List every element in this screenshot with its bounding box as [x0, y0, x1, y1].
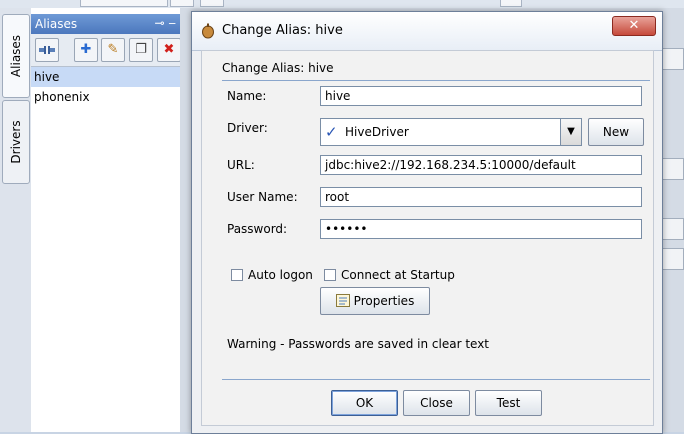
auto-logon-label: Auto logon [248, 268, 313, 282]
ok-button[interactable]: OK [331, 390, 398, 416]
checkmark-icon: ✓ [325, 123, 338, 141]
change-alias-dialog: Change Alias: hive ✕ Change Alias: hive … [191, 11, 663, 434]
auto-logon-box[interactable] [231, 269, 243, 281]
app-acorn-icon [202, 23, 214, 39]
new-driver-button[interactable]: New [588, 118, 644, 146]
properties-button-label: Properties [353, 294, 415, 308]
connect-button[interactable] [35, 38, 59, 62]
x-icon: ✖ [163, 42, 175, 57]
url-label: URL: [227, 158, 255, 172]
dialog-titlebar[interactable]: Change Alias: hive ✕ [192, 12, 662, 51]
tab-drivers[interactable]: Drivers [2, 100, 30, 184]
properties-button[interactable]: Properties [320, 287, 430, 315]
edit-alias-button[interactable]: ✎ [101, 38, 125, 62]
alias-item-phonenix[interactable]: phonenix [31, 87, 180, 107]
name-field[interactable]: hive [320, 86, 642, 106]
url-field[interactable]: jdbc:hive2://192.168.234.5:10000/default [320, 155, 642, 175]
dialog-title: Change Alias: hive [222, 23, 343, 38]
dialog-close-button[interactable]: ✕ [612, 16, 656, 36]
background-widget [662, 248, 684, 270]
connect-icon [39, 46, 55, 54]
user-name-field[interactable]: root [320, 187, 642, 207]
password-label: Password: [227, 222, 288, 236]
tab-aliases[interactable]: Aliases [2, 14, 30, 98]
background-widget [662, 218, 684, 240]
plus-icon: ✚ [80, 42, 92, 57]
panel-pin-minimize-icons[interactable]: ⊸ ‒ [154, 16, 176, 30]
separator-top [222, 80, 650, 81]
driver-dropdown-button[interactable]: ▼ [560, 119, 581, 145]
name-label: Name: [227, 89, 267, 103]
delete-alias-button[interactable]: ✖ [157, 38, 181, 62]
aliases-panel: Aliases ⊸ ‒ ✚ ✎ ❐ ✖ hive phonenix [31, 8, 181, 432]
close-icon: ✕ [628, 18, 640, 33]
close-button[interactable]: Close [403, 390, 470, 416]
copy-icon: ❐ [135, 42, 147, 57]
pencil-icon: ✎ [107, 42, 119, 57]
copy-alias-button[interactable]: ❐ [129, 38, 153, 62]
aliases-panel-title: Aliases [35, 17, 78, 31]
properties-icon [335, 294, 350, 307]
chevron-down-icon: ▼ [567, 126, 575, 137]
alias-item-hive[interactable]: hive [31, 67, 180, 87]
toolbar-slot [200, 0, 224, 7]
tab-drivers-label: Drivers [9, 120, 23, 164]
background-widget [662, 48, 684, 70]
alias-list: hive phonenix [31, 67, 180, 107]
tab-aliases-label: Aliases [9, 34, 23, 78]
toolbar-slot [500, 0, 522, 7]
aliases-toolbar: ✚ ✎ ❐ ✖ [31, 34, 181, 67]
connect-at-startup-label: Connect at Startup [341, 268, 455, 282]
side-tab-bar: Aliases Drivers [0, 8, 32, 432]
driver-select[interactable]: ✓ HiveDriver ▼ [320, 118, 582, 146]
background-widget [662, 158, 684, 180]
toolbar-slot [80, 0, 168, 7]
driver-label: Driver: [227, 121, 268, 135]
driver-select-value: HiveDriver [345, 125, 409, 139]
separator-bottom [222, 379, 650, 380]
password-warning-text: Warning - Passwords are saved in clear t… [227, 337, 490, 351]
dialog-content: Change Alias: hive Name: hive Driver: ✓ … [201, 50, 654, 426]
aliases-panel-header: Aliases ⊸ ‒ [31, 14, 180, 34]
connect-at-startup-box[interactable] [324, 269, 336, 281]
dialog-header-text: Change Alias: hive [222, 61, 334, 75]
add-alias-button[interactable]: ✚ [74, 38, 98, 62]
toolbar-slot [170, 0, 194, 7]
password-field[interactable]: •••••• [320, 219, 642, 239]
test-button[interactable]: Test [475, 390, 542, 416]
user-name-label: User Name: [227, 190, 298, 204]
